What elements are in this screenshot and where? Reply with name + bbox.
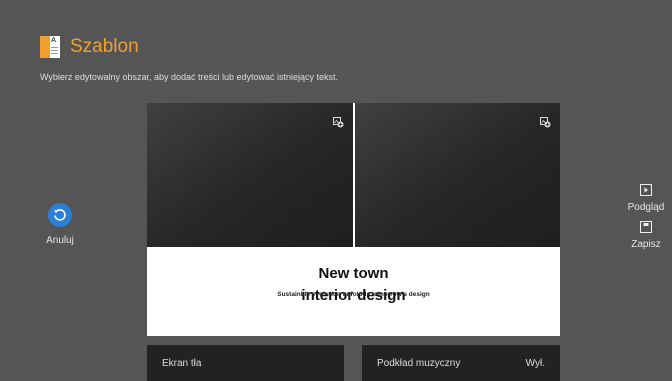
background-music-button[interactable]: Podkład muzyczny Wył. [362, 345, 560, 381]
background-music-label: Podkład muzyczny [377, 357, 461, 369]
side-actions: Podgląd Zapisz [620, 184, 672, 258]
save-button[interactable]: Zapisz [620, 221, 672, 250]
undo-icon [48, 203, 72, 227]
template-tagline[interactable]: Sustainble evolution unfolods tomorrow's… [147, 291, 560, 298]
background-music-value: Wył. [525, 357, 545, 369]
background-screen-button[interactable]: Ekran tła [147, 345, 344, 381]
save-icon [640, 221, 652, 233]
template-preview: New town interior design Sustainble evol… [147, 103, 560, 336]
preview-button[interactable]: Podgląd [620, 184, 672, 213]
add-image-icon [540, 115, 551, 128]
cancel-label: Anuluj [46, 235, 74, 246]
background-screen-label: Ekran tła [162, 357, 202, 369]
template-icon: A [40, 36, 60, 58]
play-icon [640, 184, 652, 196]
instruction-text: Wybierz edytowalny obszar, aby dodać tre… [40, 72, 339, 82]
image-placeholder-left[interactable] [147, 103, 353, 247]
cancel-button[interactable]: Anuluj [40, 203, 80, 246]
page-title: Szablon [70, 36, 139, 57]
heading-line-1: New town [318, 265, 389, 282]
template-heading[interactable]: New town interior design [147, 263, 560, 307]
add-image-icon [333, 115, 344, 128]
image-placeholder-right[interactable] [355, 103, 560, 247]
save-label: Zapisz [631, 239, 661, 250]
header: A Szablon [40, 36, 139, 58]
preview-label: Podgląd [627, 202, 665, 213]
